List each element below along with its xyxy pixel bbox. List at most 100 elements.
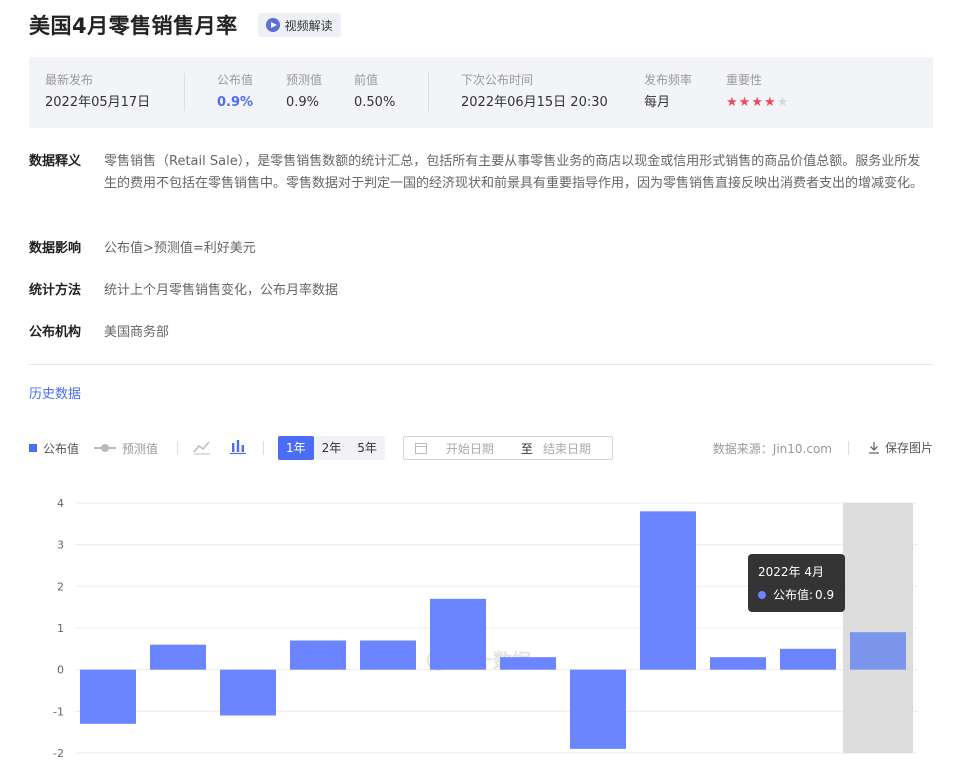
detail-label: 数据释义	[29, 154, 82, 169]
period-2y-button[interactable]: 2年	[314, 436, 350, 460]
frequency-label: 发布频率	[644, 73, 693, 87]
detail-label: 统计方法	[29, 283, 82, 298]
star-filled-icon: ★	[763, 95, 776, 110]
y-tick-label: -1	[53, 705, 64, 718]
tooltip-row: 公布值: 0.9	[758, 586, 835, 603]
bar-2021年 6月[interactable]	[150, 644, 206, 670]
y-tick-label: -2	[53, 747, 64, 760]
play-icon	[265, 18, 280, 32]
detail-text: 公布值>预测值=利好美元	[104, 241, 256, 256]
bar-chart-icon[interactable]	[229, 439, 247, 455]
next-release-value: 2022年06月15日 20:30	[461, 95, 608, 110]
forecast-label: 预测值	[286, 73, 323, 87]
bar-2022年 1月[interactable]	[640, 511, 696, 670]
legend-square-icon	[29, 444, 37, 452]
bar-2021年 12月[interactable]	[570, 669, 626, 749]
end-date-input[interactable]: 结束日期	[543, 440, 612, 457]
latest-release-value: 2022年05月17日	[45, 95, 151, 110]
forecast-value: 0.9%	[286, 95, 320, 110]
y-tick-label: 4	[57, 497, 64, 510]
star-filled-icon: ★	[751, 95, 763, 110]
chart-toolbar: 公布值 预测值 1年 2年 5年 开始日期 至 结束日期 数据来源：Jin10.…	[29, 434, 933, 462]
toolbar-divider	[848, 441, 849, 455]
bar-2021年 7月[interactable]	[220, 669, 276, 716]
y-tick-label: 3	[57, 539, 64, 552]
history-bar-chart: 金十数据 43210-1-2	[53, 497, 918, 760]
previous-label: 前值	[354, 73, 379, 87]
next-release: 下次公布时间 2022年06月15日 20:30	[461, 72, 608, 112]
y-tick-label: 1	[57, 622, 64, 635]
importance: 重要性 ★ ★ ★ ★ ★	[726, 72, 788, 112]
actual-value: 0.9%	[217, 95, 254, 110]
actual-label: 公布值	[217, 73, 254, 87]
star-filled-icon: ★	[738, 95, 751, 110]
toolbar-divider	[263, 441, 264, 455]
bar-2021年 9月[interactable]	[360, 640, 416, 670]
frequency: 发布频率 每月	[644, 72, 692, 112]
latest-release: 最新发布 2022年05月17日	[45, 72, 150, 112]
download-icon	[868, 442, 879, 454]
tooltip-value: 0.9	[815, 587, 835, 602]
frequency-value: 每月	[644, 95, 671, 110]
toolbar-divider	[177, 441, 178, 455]
bar-2021年 8月[interactable]	[290, 640, 346, 670]
detail-text: 统计上个月零售销售变化，公布月率数据	[104, 283, 339, 298]
bar-2022年 3月[interactable]	[780, 648, 836, 670]
y-axis-ticks: 4 3 2 1 0 -1 -2	[53, 497, 64, 760]
next-release-label: 下次公布时间	[461, 73, 534, 87]
video-button-label: 视频解读	[284, 18, 333, 33]
y-tick-label: 2	[57, 580, 64, 593]
legend-forecast[interactable]: 预测值	[94, 440, 158, 456]
period-5y-button[interactable]: 5年	[349, 436, 385, 460]
bar-2021年 10月[interactable]	[430, 598, 486, 670]
star-empty-icon: ★	[776, 95, 789, 110]
forecast: 预测值 0.9%	[286, 72, 322, 112]
line-chart-icon[interactable]	[193, 439, 211, 455]
chart-grid	[75, 502, 918, 754]
star-filled-icon: ★	[726, 95, 738, 110]
date-range-picker: 开始日期 至 结束日期	[403, 436, 613, 460]
importance-label: 重要性	[726, 73, 763, 87]
detail-text: 美国商务部	[104, 325, 170, 340]
bar-2021年 5月[interactable]	[80, 669, 136, 724]
legend-actual-label: 公布值	[43, 441, 80, 456]
info-divider	[428, 73, 429, 111]
bar-2022年 2月[interactable]	[710, 657, 766, 670]
detail-method: 统计方法 统计上个月零售销售变化，公布月率数据	[29, 280, 933, 302]
detail-impact: 数据影响 公布值>预测值=利好美元	[29, 238, 933, 260]
y-tick-label: 0	[57, 664, 64, 677]
history-section-title[interactable]: 历史数据	[29, 383, 81, 402]
actual: 公布值 0.9%	[217, 72, 253, 112]
bar-2022年 4月[interactable]	[850, 632, 906, 670]
legend-line-icon	[94, 444, 116, 452]
detail-definition: 数据释义 零售销售（Retail Sale），是零售销售数额的统计汇总，包括所有…	[29, 151, 933, 195]
period-selector: 1年 2年 5年	[278, 436, 385, 460]
detail-label: 公布机构	[29, 325, 82, 340]
video-interpretation-button[interactable]: 视频解读	[257, 13, 341, 37]
tooltip-date: 2022年 4月	[758, 565, 824, 579]
info-divider	[184, 73, 185, 111]
page-title: 美国4月零售销售月率	[29, 14, 238, 38]
period-1y-button[interactable]: 1年	[278, 436, 314, 460]
save-image-label: 保存图片	[884, 441, 933, 455]
data-source: 数据来源：Jin10.com	[712, 442, 832, 456]
calendar-icon[interactable]	[415, 442, 427, 454]
tooltip-series-name: 公布值:	[773, 588, 814, 602]
release-info-bar: 最新发布 2022年05月17日 公布值 0.9% 预测值 0.9% 前值 0.…	[29, 57, 933, 128]
title-row: 美国4月零售销售月率 视频解读	[29, 10, 341, 40]
tooltip-series-dot	[758, 590, 766, 599]
detail-label: 数据影响	[29, 241, 82, 256]
detail-text: 零售销售（Retail Sale），是零售销售数额的统计汇总，包括所有主要从事零…	[104, 154, 924, 191]
bar-2021年 11月[interactable]	[500, 657, 556, 670]
bars	[80, 511, 906, 749]
previous: 前值 0.50%	[354, 72, 395, 112]
date-range-separator: 至	[520, 441, 533, 456]
start-date-input[interactable]: 开始日期	[446, 440, 515, 457]
legend-forecast-label: 预测值	[122, 441, 159, 456]
importance-stars: ★ ★ ★ ★ ★	[726, 94, 788, 112]
detail-publisher: 公布机构 美国商务部	[29, 322, 933, 344]
save-image-button[interactable]: 保存图片	[868, 439, 933, 456]
legend-actual[interactable]: 公布值	[29, 440, 79, 456]
chart-tooltip: 2022年 4月 公布值: 0.9	[748, 554, 845, 612]
highlight-band	[843, 503, 913, 753]
